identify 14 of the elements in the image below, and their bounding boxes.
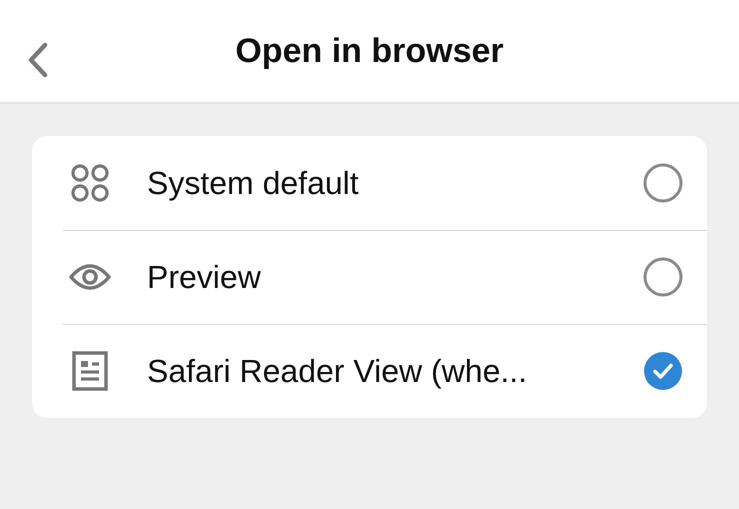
screen-title: Open in browser [235, 32, 504, 70]
option-label: Preview [147, 258, 262, 296]
back-icon [26, 42, 50, 78]
option-row[interactable]: Preview [32, 230, 707, 324]
radio-button[interactable] [643, 257, 683, 297]
option-label: Safari Reader View (whe... [147, 352, 528, 390]
document-icon [72, 351, 108, 391]
option-label: System default [147, 164, 360, 202]
option-row[interactable]: Safari Reader View (whe... [32, 324, 707, 418]
radio-button[interactable] [643, 163, 683, 203]
checkmark-icon[interactable] [643, 351, 683, 391]
back-button[interactable] [26, 42, 50, 78]
option-row[interactable]: System default [32, 136, 707, 230]
grid-icon [70, 163, 110, 203]
